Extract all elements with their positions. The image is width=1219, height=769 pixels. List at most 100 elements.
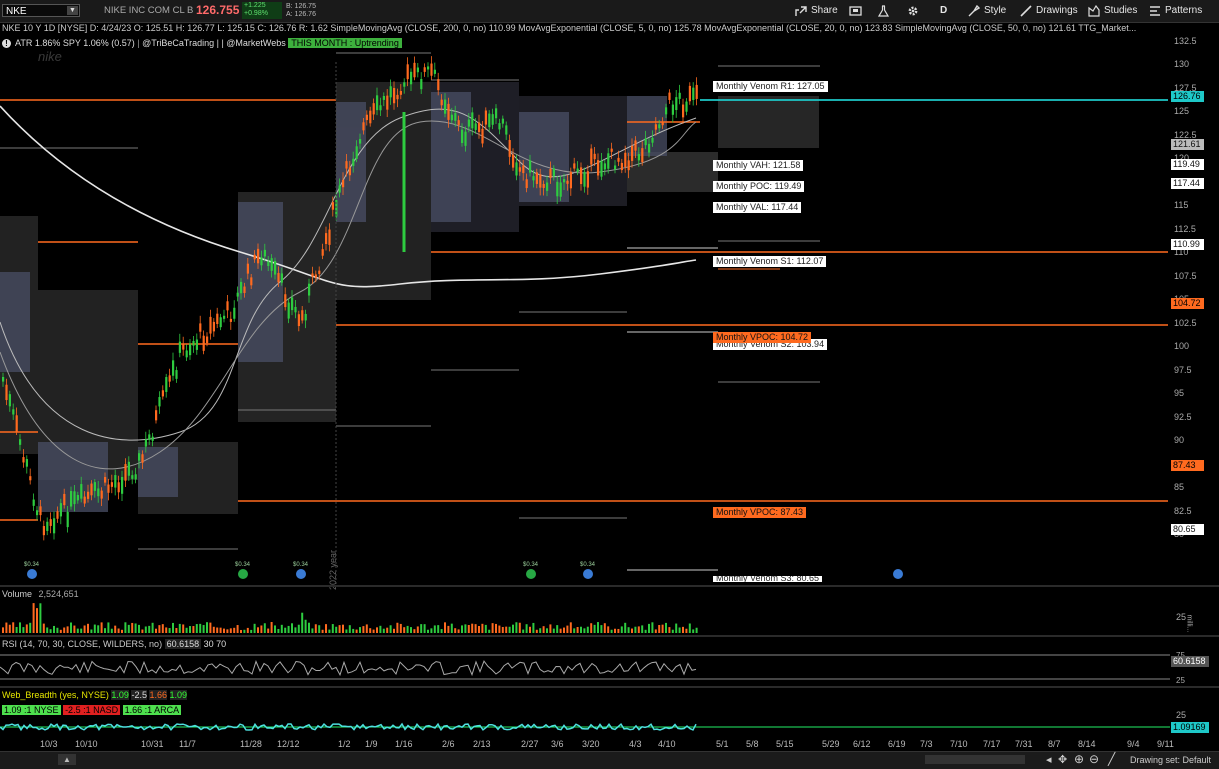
dividend-event-icon[interactable] [296, 569, 306, 579]
candle-body [32, 499, 35, 506]
volume-bar [464, 624, 467, 633]
pane-separator[interactable] [0, 686, 1219, 688]
candle-body [529, 160, 532, 173]
candle-body [573, 163, 576, 169]
settings-button[interactable] [907, 3, 919, 19]
candle-body [70, 490, 73, 507]
volume-bar [665, 622, 667, 633]
volume-bar [515, 622, 518, 633]
candle-body [46, 521, 49, 531]
volume-bar [692, 629, 695, 633]
volume-bar [199, 623, 202, 633]
volume-bar [151, 622, 154, 633]
studies-button[interactable]: Studies [1088, 3, 1137, 19]
volume-bar [70, 622, 72, 633]
time-tick: 2/6 [442, 739, 455, 749]
pane-separator[interactable] [0, 635, 1219, 637]
volume-bar [73, 625, 76, 633]
pan-icon[interactable]: ✥ [1058, 753, 1067, 766]
volume-bar [107, 622, 110, 633]
pane-separator[interactable] [0, 585, 1219, 587]
volume-bar [573, 628, 576, 633]
volume-bar [488, 629, 491, 633]
snapshot-button[interactable] [849, 3, 862, 19]
volume-bar [63, 627, 66, 633]
candle-body [671, 104, 674, 115]
time-tick: 1/9 [365, 739, 378, 749]
volume-bar [546, 628, 548, 633]
earnings-event-icon[interactable] [526, 569, 536, 579]
event-value: $0.34 [580, 562, 596, 568]
studies-icon [1088, 5, 1100, 17]
last-price: 126.755 [196, 3, 240, 17]
volume-bar [321, 629, 324, 633]
candle-body [440, 99, 443, 106]
aggregation-button[interactable]: D [940, 3, 947, 19]
candle-body [478, 122, 481, 133]
volume-bar [529, 626, 531, 633]
volume-bar [467, 625, 470, 633]
volume-bar [121, 629, 123, 633]
candle-body [518, 167, 521, 172]
scroll-left-icon[interactable]: ◂ [1046, 753, 1052, 766]
rsi-tick: 25 [1176, 676, 1185, 685]
time-tick: 11/28 [240, 739, 262, 749]
share-button[interactable]: Share [795, 3, 838, 19]
time-tick: 10/10 [75, 739, 98, 749]
volume-bar [372, 629, 375, 633]
flask-icon [878, 5, 889, 17]
candle-body [19, 439, 22, 445]
collapse-icon[interactable]: ▲ [58, 754, 76, 765]
candle-body [338, 185, 341, 193]
dividend-event-icon[interactable] [27, 569, 37, 579]
candle-body [501, 118, 504, 124]
volume-bar [29, 622, 32, 633]
zoom-out-icon[interactable]: ⊖ [1089, 752, 1099, 766]
dividend-event-icon[interactable] [583, 569, 593, 579]
scrollbar[interactable] [925, 755, 1025, 764]
candle-body [634, 140, 637, 151]
volume-bar [644, 629, 647, 633]
candle-body [229, 318, 232, 322]
volume-bar [522, 629, 525, 633]
studies-label: Studies [1104, 5, 1138, 16]
drawings-button[interactable]: Drawings [1020, 3, 1078, 19]
breadth-badges: 1.09 :1 NYSE -2.5 :1 NASD 1.66 :1 ARCA [2, 705, 182, 716]
chevron-down-icon[interactable]: ▼ [67, 6, 78, 15]
volume-bar [590, 623, 593, 633]
volume-bar [535, 629, 538, 633]
candle-body [403, 82, 406, 87]
volume-bar [165, 627, 168, 633]
style-button[interactable]: Style [968, 3, 1006, 19]
drawing-set-label[interactable]: Drawing set: Default [1130, 755, 1211, 765]
price-tag: 117.44 [1171, 178, 1204, 190]
patterns-label: Patterns [1165, 5, 1203, 16]
volume-bar [393, 628, 395, 633]
candle-body [423, 67, 426, 72]
volume-bar [294, 627, 297, 633]
draw-line-icon[interactable]: ╱ [1108, 752, 1115, 766]
candle-body [56, 511, 59, 519]
volume-bar [277, 628, 280, 633]
candle-body [144, 439, 147, 447]
zoom-in-icon[interactable]: ⊕ [1074, 752, 1084, 766]
symbol-input[interactable]: NKE ▼ [2, 4, 80, 17]
help-event-icon[interactable] [893, 569, 903, 579]
candle-body [678, 92, 681, 99]
price-tag: 87.43 [1171, 460, 1204, 472]
volume-bar [457, 629, 460, 633]
lab-button[interactable] [878, 3, 889, 19]
volume-bar [440, 629, 443, 633]
volume-bar [634, 626, 637, 633]
volume-bar [284, 627, 287, 633]
candle-body [352, 158, 355, 166]
candle-body [297, 314, 300, 327]
volume-bar [386, 627, 389, 633]
volume-bar [365, 624, 368, 633]
volume-bar [59, 629, 62, 633]
earnings-event-icon[interactable] [238, 569, 248, 579]
volume-bar [583, 628, 586, 633]
volume-bar [263, 623, 266, 633]
patterns-button[interactable]: Patterns [1149, 3, 1202, 19]
volume-bar [331, 624, 334, 633]
